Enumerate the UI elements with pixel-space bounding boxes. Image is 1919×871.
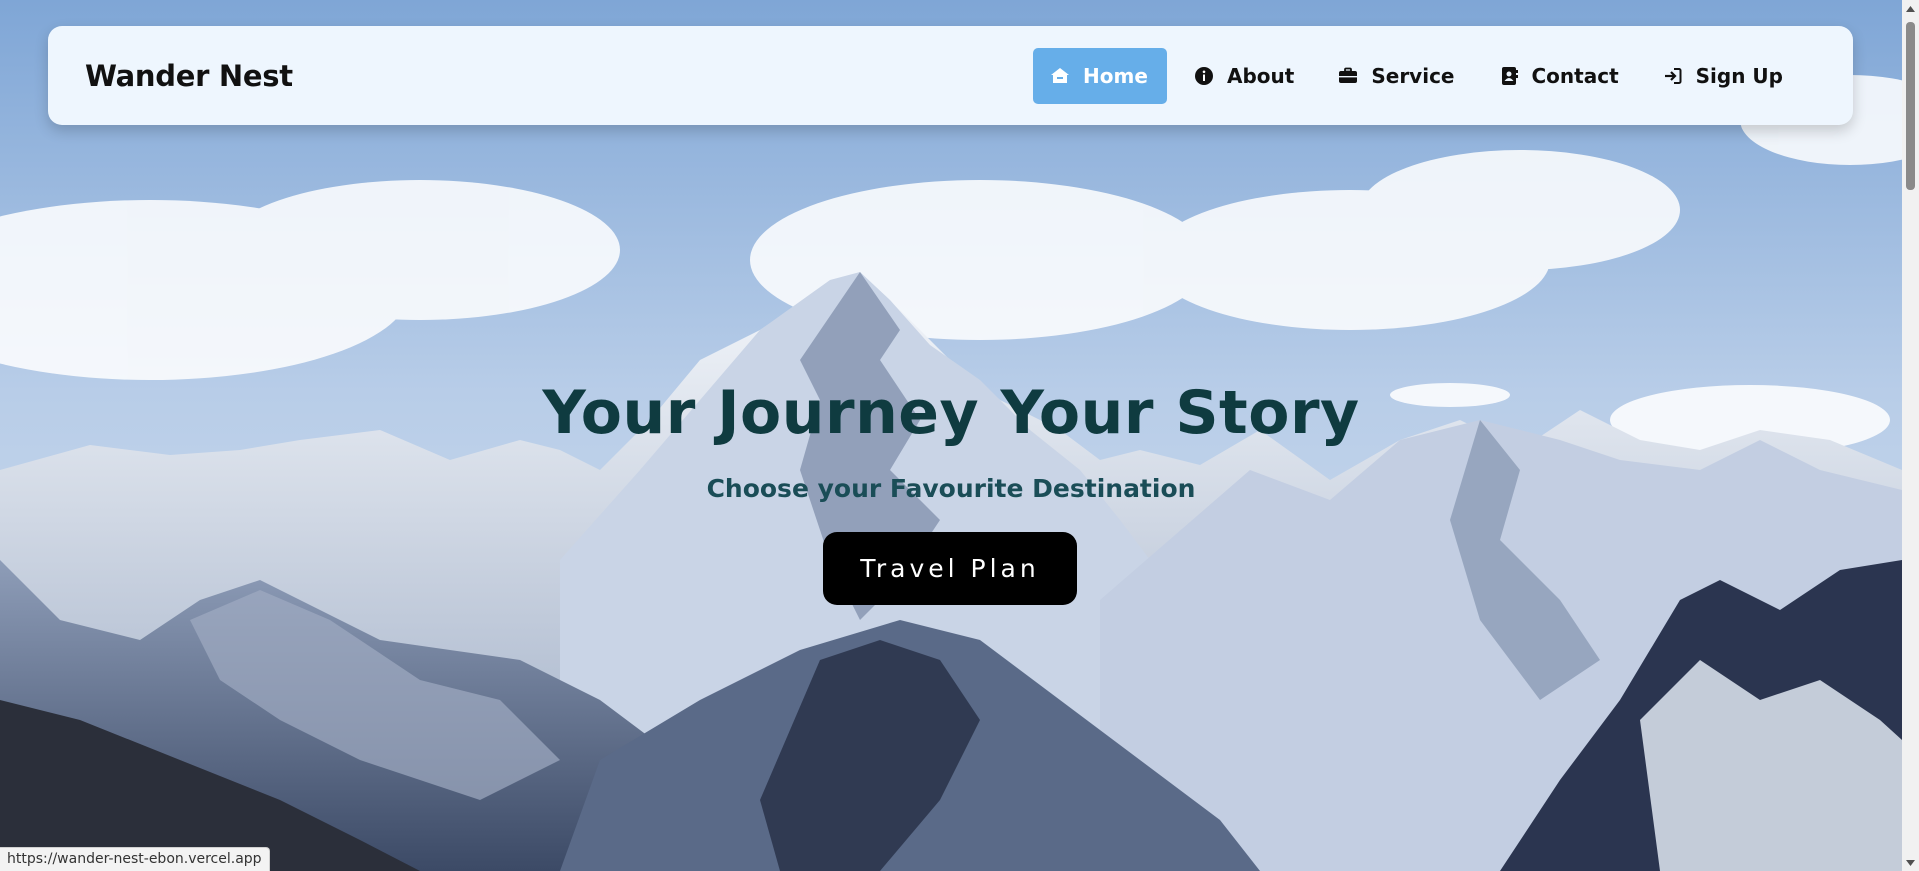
nav-contact[interactable]: Contact xyxy=(1482,48,1636,104)
status-bar-url: https://wander-nest-ebon.vercel.app xyxy=(0,847,270,871)
nav-contact-label: Contact xyxy=(1531,64,1619,88)
main-nav: Home About Service Contact Sign Up xyxy=(1033,48,1810,104)
scrollbar-thumb[interactable] xyxy=(1906,22,1915,190)
home-icon xyxy=(1051,68,1069,83)
vertical-scrollbar[interactable] xyxy=(1902,0,1919,871)
navbar: Wander Nest Home About Service Contact S… xyxy=(48,26,1853,125)
nav-service[interactable]: Service xyxy=(1321,48,1471,104)
nav-service-label: Service xyxy=(1371,64,1455,88)
hero-subtitle: Choose your Favourite Destination xyxy=(706,474,1196,503)
briefcase-icon xyxy=(1339,67,1358,83)
scroll-down-arrow-icon[interactable] xyxy=(1902,854,1919,871)
nav-home-label: Home xyxy=(1083,64,1148,88)
nav-about-label: About xyxy=(1227,64,1295,88)
nav-about[interactable]: About xyxy=(1177,48,1311,104)
info-icon xyxy=(1195,67,1213,85)
nav-sign-up-label: Sign Up xyxy=(1695,64,1783,88)
scroll-up-arrow-icon[interactable] xyxy=(1902,0,1919,17)
contact-book-icon xyxy=(1501,67,1518,85)
travel-plan-button[interactable]: Travel Plan xyxy=(823,532,1077,605)
nav-home[interactable]: Home xyxy=(1033,48,1167,104)
brand-logo-text[interactable]: Wander Nest xyxy=(85,59,293,93)
nav-sign-up[interactable]: Sign Up xyxy=(1646,48,1800,104)
hero-title: Your Journey Your Story xyxy=(542,378,1360,448)
sign-in-icon xyxy=(1664,68,1682,84)
